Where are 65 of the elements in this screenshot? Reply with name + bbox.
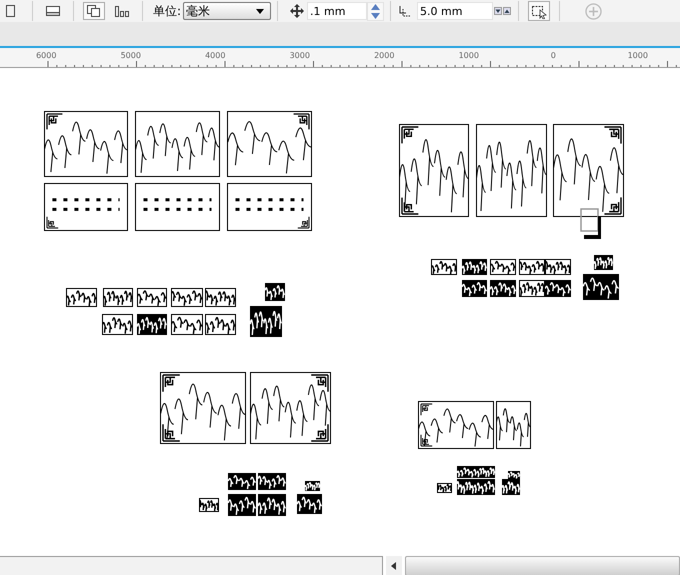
down-arrow-icon bbox=[371, 12, 380, 18]
toolbar-button[interactable] bbox=[528, 1, 550, 21]
ruler-label: 0 bbox=[550, 51, 557, 61]
scroll-left-button[interactable] bbox=[386, 556, 402, 575]
ruler-label: 4000 bbox=[204, 51, 226, 61]
pointer-select-icon bbox=[531, 3, 548, 19]
pattern-tile-drawing bbox=[228, 473, 256, 490]
ruler-label: 6000 bbox=[35, 51, 58, 61]
pattern-tile-drawing bbox=[462, 259, 487, 275]
pattern-tile-drawing bbox=[477, 479, 495, 495]
ruler-label: 3000 bbox=[288, 51, 311, 61]
toolbar-button[interactable] bbox=[83, 2, 105, 20]
pattern-tile-drawing bbox=[171, 288, 203, 307]
landscape-page-icon bbox=[45, 5, 61, 17]
up-arrow-icon bbox=[503, 7, 512, 15]
pattern-tile-drawing bbox=[490, 280, 516, 297]
pattern-tile-drawing bbox=[103, 288, 133, 307]
pattern-tile-drawing bbox=[431, 259, 457, 275]
caret-icon bbox=[391, 562, 397, 570]
down-arrow-icon bbox=[494, 7, 502, 15]
pattern-tile-drawing bbox=[205, 314, 236, 335]
pattern-tile-drawing bbox=[462, 280, 487, 297]
units-label: 单位: bbox=[153, 2, 182, 20]
spinner-control[interactable] bbox=[493, 7, 512, 15]
dropdown-arrow-icon bbox=[256, 8, 264, 14]
pattern-tile-drawing bbox=[519, 259, 545, 275]
ruler-label: 2000 bbox=[373, 51, 396, 61]
calligraphy-panel-drawing bbox=[496, 401, 531, 449]
pattern-tile-drawing bbox=[545, 280, 571, 297]
pattern-tile-drawing bbox=[250, 306, 282, 337]
pattern-tile-drawing bbox=[199, 498, 219, 512]
pattern-tile-drawing bbox=[137, 314, 167, 335]
pattern-tile-drawing bbox=[66, 288, 97, 307]
nudge-input-field[interactable]: .1 mm bbox=[307, 2, 368, 20]
pattern-tile-drawing bbox=[171, 314, 203, 335]
pattern-tile-drawing bbox=[228, 494, 256, 516]
selection-handle-icon bbox=[580, 208, 602, 240]
pattern-tile-drawing bbox=[437, 483, 452, 493]
up-arrow-icon bbox=[371, 4, 380, 10]
scrollbar-thumb[interactable] bbox=[405, 556, 680, 575]
pattern-tile-drawing bbox=[457, 466, 477, 478]
ruler-label: 1000 bbox=[458, 51, 480, 61]
plus-icon bbox=[585, 2, 602, 20]
ruler-label: 1000 bbox=[626, 51, 649, 61]
pattern-tile-drawing bbox=[519, 280, 545, 297]
pattern-tile-drawing bbox=[545, 259, 571, 275]
ruler-label: 5000 bbox=[120, 51, 142, 61]
pattern-tile-drawing bbox=[305, 481, 320, 491]
pattern-tile-drawing bbox=[583, 274, 619, 300]
move-arrows-icon bbox=[290, 4, 304, 18]
pages-icon bbox=[86, 4, 102, 18]
pattern-tile-drawing bbox=[457, 479, 477, 495]
pattern-tile-drawing bbox=[137, 288, 167, 307]
pattern-tile-drawing bbox=[205, 288, 236, 307]
pattern-tile-drawing bbox=[490, 259, 516, 275]
pattern-tile-drawing bbox=[594, 255, 613, 270]
pattern-tile-drawing bbox=[265, 283, 285, 301]
duplicate-offset-field[interactable]: 5.0 mm bbox=[417, 2, 494, 20]
pattern-tile-drawing bbox=[258, 494, 286, 516]
units-dropdown[interactable]: 毫米 bbox=[183, 2, 272, 20]
bar-layout-icon bbox=[114, 4, 130, 18]
pattern-tile-drawing bbox=[258, 473, 286, 490]
pattern-tile-drawing bbox=[102, 314, 133, 335]
pattern-tile-drawing bbox=[297, 494, 322, 514]
pattern-tile-drawing bbox=[477, 466, 495, 478]
